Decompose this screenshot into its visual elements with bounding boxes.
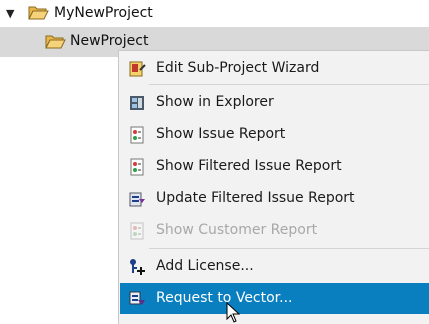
issue-report-icon xyxy=(130,126,144,144)
mouse-pointer-icon xyxy=(226,302,241,323)
context-menu: Edit Sub-Project Wizard Show in Explorer… xyxy=(118,50,429,324)
update-report-icon xyxy=(129,192,145,207)
request-icon xyxy=(129,291,145,305)
menu-item-label: Show Filtered Issue Report xyxy=(156,158,342,174)
menu-item-label: Update Filtered Issue Report xyxy=(156,190,355,206)
menu-item-label: Show in Explorer xyxy=(156,94,274,110)
menu-item-update-filtered-issue-report[interactable]: Update Filtered Issue Report xyxy=(120,183,429,213)
menu-separator xyxy=(149,248,429,249)
menu-item-label: Edit Sub-Project Wizard xyxy=(156,60,320,76)
tree-row-root[interactable]: ▼ MyNewProject xyxy=(0,0,429,27)
menu-item-show-customer-report[interactable]: Show Customer Report xyxy=(120,215,429,245)
menu-item-label: Show Customer Report xyxy=(156,222,318,238)
menu-separator xyxy=(149,84,429,85)
menu-item-label: Add License... xyxy=(156,258,254,274)
tree-label-child: NewProject xyxy=(70,33,149,49)
collapse-arrow-icon[interactable]: ▼ xyxy=(6,7,14,20)
menu-item-show-issue-report[interactable]: Show Issue Report xyxy=(120,119,429,149)
open-folder-icon xyxy=(28,6,49,20)
filtered-issue-report-icon xyxy=(130,158,144,176)
menu-item-show-filtered-issue-report[interactable]: Show Filtered Issue Report xyxy=(120,151,429,181)
menu-item-request-to-vector[interactable]: Request to Vector... xyxy=(120,283,429,314)
tree-label-root: MyNewProject xyxy=(54,5,153,21)
explorer-icon xyxy=(130,96,144,110)
menu-item-show-explorer[interactable]: Show in Explorer xyxy=(120,87,429,117)
menu-item-label: Request to Vector... xyxy=(156,290,293,306)
open-folder-icon xyxy=(45,35,66,49)
menu-item-add-license[interactable]: Add License... xyxy=(120,251,429,281)
add-license-icon xyxy=(130,259,145,275)
menu-item-edit-wizard[interactable]: Edit Sub-Project Wizard xyxy=(120,53,429,83)
customer-report-icon xyxy=(130,222,144,240)
wizard-icon xyxy=(129,61,146,77)
menu-item-label: Show Issue Report xyxy=(156,126,286,142)
